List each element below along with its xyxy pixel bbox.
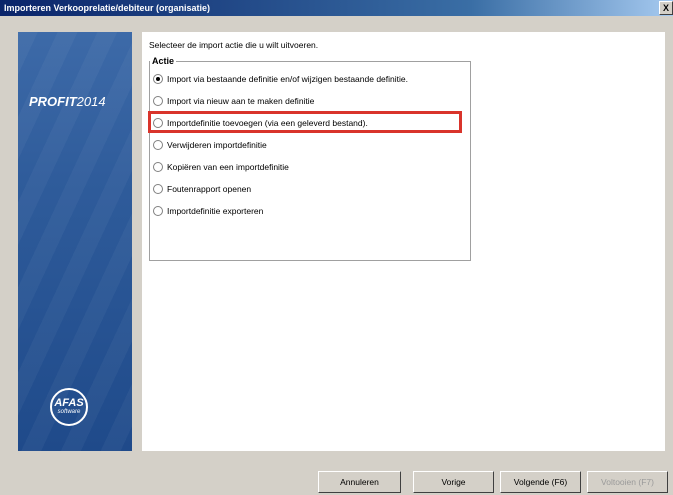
radio-checked-icon[interactable] (153, 73, 163, 84)
highlight-box (148, 111, 462, 133)
option-label: Kopiëren van een importdefinitie (167, 161, 289, 172)
radio-icon[interactable] (153, 205, 163, 216)
option-copy-import-definition[interactable]: Kopiëren van een importdefinitie (153, 161, 289, 175)
afas-logo-subtext: software (57, 409, 81, 415)
cancel-button[interactable]: Annuleren (318, 471, 401, 493)
radio-icon[interactable] (153, 95, 163, 106)
product-name: PROFIT2014 (29, 94, 129, 109)
title-bar[interactable]: Importeren Verkooprelatie/debiteur (orga… (0, 0, 673, 16)
radio-icon[interactable] (153, 183, 163, 194)
afas-logo-icon: AFAS software (50, 388, 88, 426)
product-name-bold: PROFIT (29, 94, 77, 109)
import-wizard-window: Importeren Verkooprelatie/debiteur (orga… (0, 0, 673, 495)
option-label: Importdefinitie exporteren (167, 205, 264, 216)
product-year: 2014 (76, 94, 106, 109)
option-delete-import-definition[interactable]: Verwijderen importdefinitie (153, 139, 267, 153)
action-group-label: Actie (150, 56, 177, 66)
option-label: Import via nieuw aan te maken definitie (167, 95, 315, 106)
instruction-text: Selecteer de import actie die u wilt uit… (149, 40, 319, 50)
window-title: Importeren Verkooprelatie/debiteur (orga… (4, 3, 211, 13)
previous-button[interactable]: Vorige (413, 471, 494, 493)
option-export-import-definition[interactable]: Importdefinitie exporteren (153, 205, 263, 219)
main-panel: Selecteer de import actie die u wilt uit… (142, 32, 665, 451)
radio-icon[interactable] (153, 139, 163, 150)
option-open-error-report[interactable]: Foutenrapport openen (153, 183, 251, 197)
option-import-existing-definition[interactable]: Import via bestaande definitie en/of wij… (153, 73, 408, 87)
finish-button[interactable]: Voltooien (F7) (587, 471, 668, 493)
afas-logo-text: AFAS (54, 397, 84, 409)
option-label: Verwijderen importdefinitie (167, 139, 267, 150)
option-label: Foutenrapport openen (167, 183, 252, 194)
next-button[interactable]: Volgende (F6) (500, 471, 581, 493)
option-label: Import via bestaande definitie en/of wij… (167, 73, 408, 84)
radio-icon[interactable] (153, 161, 163, 172)
option-import-new-definition[interactable]: Import via nieuw aan te maken definitie (153, 95, 314, 109)
close-icon[interactable]: X (659, 1, 673, 15)
brand-panel: PROFIT2014 AFAS software (18, 32, 132, 451)
